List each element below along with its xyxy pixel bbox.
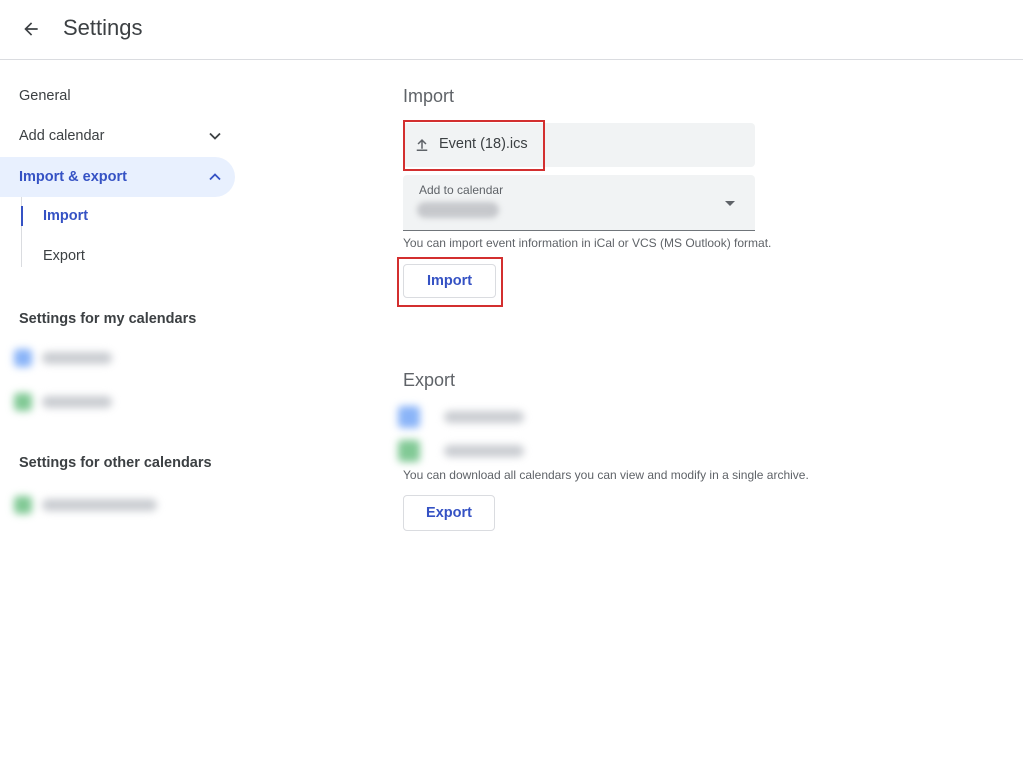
page-title: Settings [63, 15, 143, 40]
export-heading: Export [403, 370, 456, 390]
other-calendars-heading: Settings for other calendars [19, 455, 212, 471]
chevron-down-icon [209, 132, 221, 140]
calendar-name-redacted [42, 396, 112, 408]
sidebar-item-import-export[interactable]: Import & export [0, 157, 235, 197]
chevron-up-icon [209, 173, 221, 181]
calendar-name-redacted [42, 352, 112, 364]
sidebar-item-add-calendar[interactable]: Add calendar [0, 116, 235, 156]
other-calendar-item[interactable] [14, 494, 157, 516]
sidebar-item-label: Import & export [19, 169, 127, 185]
back-button[interactable] [14, 12, 48, 46]
calendar-color-swatch [398, 406, 420, 428]
file-select-button[interactable]: Event (18).ics [403, 123, 755, 167]
add-to-calendar-label: Add to calendar [419, 183, 504, 197]
upload-icon [416, 139, 428, 151]
calendar-color-swatch [14, 349, 32, 367]
app-header: Settings [0, 0, 1023, 60]
calendar-name-redacted [444, 411, 524, 423]
export-helper-text: You can download all calendars you can v… [403, 468, 809, 482]
subnav-active-indicator [21, 206, 23, 226]
calendar-name-redacted [42, 499, 157, 511]
my-calendar-item[interactable] [14, 347, 112, 369]
calendar-color-swatch [14, 393, 32, 411]
sidebar-item-label: General [19, 88, 71, 104]
selected-file-name: Event (18).ics [439, 136, 528, 152]
export-calendar-item[interactable] [398, 440, 524, 462]
sidebar-item-label: Add calendar [19, 128, 105, 144]
calendar-color-swatch [398, 440, 420, 462]
export-button[interactable]: Export [403, 495, 495, 531]
selected-calendar-redacted [417, 202, 499, 218]
calendar-color-swatch [14, 496, 32, 514]
sidebar-subitem-export[interactable]: Export [43, 248, 85, 264]
import-heading: Import [403, 86, 455, 106]
import-button[interactable]: Import [403, 264, 496, 298]
arrow-left-icon [24, 22, 38, 36]
dropdown-caret-icon [725, 201, 735, 206]
my-calendars-heading: Settings for my calendars [19, 311, 197, 327]
import-helper-text: You can import event information in iCal… [403, 236, 772, 250]
export-calendar-item[interactable] [398, 406, 524, 428]
calendar-name-redacted [444, 445, 524, 457]
sidebar-subitem-import[interactable]: Import [43, 208, 88, 224]
add-to-calendar-select[interactable]: Add to calendar [403, 175, 755, 231]
my-calendar-item[interactable] [14, 391, 112, 413]
sidebar-item-general[interactable]: General [0, 76, 235, 116]
